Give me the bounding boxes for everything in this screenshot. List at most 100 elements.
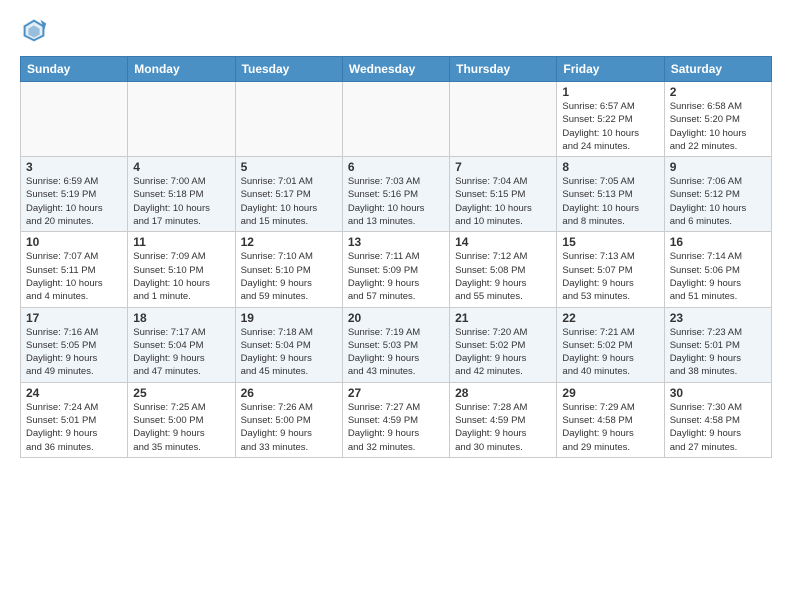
calendar-cell: 30Sunrise: 7:30 AM Sunset: 4:58 PM Dayli… [664,382,771,457]
weekday-header-thursday: Thursday [450,57,557,82]
calendar-cell: 28Sunrise: 7:28 AM Sunset: 4:59 PM Dayli… [450,382,557,457]
day-info: Sunrise: 7:14 AM Sunset: 5:06 PM Dayligh… [670,250,766,303]
day-number: 12 [241,235,337,249]
calendar-cell: 20Sunrise: 7:19 AM Sunset: 5:03 PM Dayli… [342,307,449,382]
day-number: 26 [241,386,337,400]
day-number: 11 [133,235,229,249]
weekday-header-monday: Monday [128,57,235,82]
day-info: Sunrise: 7:28 AM Sunset: 4:59 PM Dayligh… [455,401,551,454]
calendar-cell: 5Sunrise: 7:01 AM Sunset: 5:17 PM Daylig… [235,157,342,232]
day-number: 16 [670,235,766,249]
day-info: Sunrise: 7:19 AM Sunset: 5:03 PM Dayligh… [348,326,444,379]
day-info: Sunrise: 6:57 AM Sunset: 5:22 PM Dayligh… [562,100,658,153]
day-number: 4 [133,160,229,174]
day-info: Sunrise: 7:20 AM Sunset: 5:02 PM Dayligh… [455,326,551,379]
calendar-table: SundayMondayTuesdayWednesdayThursdayFrid… [20,56,772,458]
day-info: Sunrise: 7:03 AM Sunset: 5:16 PM Dayligh… [348,175,444,228]
calendar-cell: 17Sunrise: 7:16 AM Sunset: 5:05 PM Dayli… [21,307,128,382]
calendar-cell: 14Sunrise: 7:12 AM Sunset: 5:08 PM Dayli… [450,232,557,307]
calendar-cell: 13Sunrise: 7:11 AM Sunset: 5:09 PM Dayli… [342,232,449,307]
calendar-cell: 3Sunrise: 6:59 AM Sunset: 5:19 PM Daylig… [21,157,128,232]
calendar-cell: 23Sunrise: 7:23 AM Sunset: 5:01 PM Dayli… [664,307,771,382]
day-number: 9 [670,160,766,174]
calendar-cell: 8Sunrise: 7:05 AM Sunset: 5:13 PM Daylig… [557,157,664,232]
day-info: Sunrise: 7:00 AM Sunset: 5:18 PM Dayligh… [133,175,229,228]
calendar-cell: 15Sunrise: 7:13 AM Sunset: 5:07 PM Dayli… [557,232,664,307]
day-number: 1 [562,85,658,99]
calendar-cell: 7Sunrise: 7:04 AM Sunset: 5:15 PM Daylig… [450,157,557,232]
day-info: Sunrise: 7:09 AM Sunset: 5:10 PM Dayligh… [133,250,229,303]
day-info: Sunrise: 7:26 AM Sunset: 5:00 PM Dayligh… [241,401,337,454]
day-number: 2 [670,85,766,99]
calendar-week-5: 24Sunrise: 7:24 AM Sunset: 5:01 PM Dayli… [21,382,772,457]
weekday-header-row: SundayMondayTuesdayWednesdayThursdayFrid… [21,57,772,82]
day-info: Sunrise: 7:11 AM Sunset: 5:09 PM Dayligh… [348,250,444,303]
calendar-week-2: 3Sunrise: 6:59 AM Sunset: 5:19 PM Daylig… [21,157,772,232]
calendar-cell: 29Sunrise: 7:29 AM Sunset: 4:58 PM Dayli… [557,382,664,457]
calendar-cell: 25Sunrise: 7:25 AM Sunset: 5:00 PM Dayli… [128,382,235,457]
day-info: Sunrise: 7:25 AM Sunset: 5:00 PM Dayligh… [133,401,229,454]
calendar-cell: 12Sunrise: 7:10 AM Sunset: 5:10 PM Dayli… [235,232,342,307]
header [20,16,772,44]
day-info: Sunrise: 7:06 AM Sunset: 5:12 PM Dayligh… [670,175,766,228]
day-info: Sunrise: 7:27 AM Sunset: 4:59 PM Dayligh… [348,401,444,454]
day-number: 7 [455,160,551,174]
calendar-cell [342,82,449,157]
day-info: Sunrise: 7:21 AM Sunset: 5:02 PM Dayligh… [562,326,658,379]
day-info: Sunrise: 7:05 AM Sunset: 5:13 PM Dayligh… [562,175,658,228]
day-number: 25 [133,386,229,400]
calendar-cell: 22Sunrise: 7:21 AM Sunset: 5:02 PM Dayli… [557,307,664,382]
day-info: Sunrise: 7:18 AM Sunset: 5:04 PM Dayligh… [241,326,337,379]
day-number: 14 [455,235,551,249]
day-info: Sunrise: 7:13 AM Sunset: 5:07 PM Dayligh… [562,250,658,303]
day-info: Sunrise: 7:07 AM Sunset: 5:11 PM Dayligh… [26,250,122,303]
day-info: Sunrise: 7:23 AM Sunset: 5:01 PM Dayligh… [670,326,766,379]
day-info: Sunrise: 7:04 AM Sunset: 5:15 PM Dayligh… [455,175,551,228]
day-number: 29 [562,386,658,400]
day-info: Sunrise: 7:30 AM Sunset: 4:58 PM Dayligh… [670,401,766,454]
day-number: 30 [670,386,766,400]
calendar-cell: 24Sunrise: 7:24 AM Sunset: 5:01 PM Dayli… [21,382,128,457]
calendar-week-1: 1Sunrise: 6:57 AM Sunset: 5:22 PM Daylig… [21,82,772,157]
calendar-cell: 6Sunrise: 7:03 AM Sunset: 5:16 PM Daylig… [342,157,449,232]
day-number: 23 [670,311,766,325]
weekday-header-wednesday: Wednesday [342,57,449,82]
day-info: Sunrise: 6:59 AM Sunset: 5:19 PM Dayligh… [26,175,122,228]
day-number: 21 [455,311,551,325]
calendar-cell: 10Sunrise: 7:07 AM Sunset: 5:11 PM Dayli… [21,232,128,307]
day-number: 13 [348,235,444,249]
calendar-cell: 1Sunrise: 6:57 AM Sunset: 5:22 PM Daylig… [557,82,664,157]
calendar-cell: 4Sunrise: 7:00 AM Sunset: 5:18 PM Daylig… [128,157,235,232]
day-number: 8 [562,160,658,174]
day-number: 22 [562,311,658,325]
day-number: 6 [348,160,444,174]
day-number: 15 [562,235,658,249]
weekday-header-sunday: Sunday [21,57,128,82]
page: SundayMondayTuesdayWednesdayThursdayFrid… [0,0,792,468]
weekday-header-friday: Friday [557,57,664,82]
calendar-cell: 11Sunrise: 7:09 AM Sunset: 5:10 PM Dayli… [128,232,235,307]
calendar-cell: 9Sunrise: 7:06 AM Sunset: 5:12 PM Daylig… [664,157,771,232]
calendar-cell [235,82,342,157]
logo-icon [20,16,48,44]
calendar-week-4: 17Sunrise: 7:16 AM Sunset: 5:05 PM Dayli… [21,307,772,382]
logo [20,16,52,44]
day-number: 10 [26,235,122,249]
calendar-week-3: 10Sunrise: 7:07 AM Sunset: 5:11 PM Dayli… [21,232,772,307]
weekday-header-saturday: Saturday [664,57,771,82]
day-number: 17 [26,311,122,325]
day-number: 27 [348,386,444,400]
day-info: Sunrise: 7:01 AM Sunset: 5:17 PM Dayligh… [241,175,337,228]
calendar-cell: 18Sunrise: 7:17 AM Sunset: 5:04 PM Dayli… [128,307,235,382]
calendar-cell [128,82,235,157]
day-info: Sunrise: 7:29 AM Sunset: 4:58 PM Dayligh… [562,401,658,454]
calendar-cell [21,82,128,157]
calendar-cell: 19Sunrise: 7:18 AM Sunset: 5:04 PM Dayli… [235,307,342,382]
calendar-cell [450,82,557,157]
day-info: Sunrise: 7:16 AM Sunset: 5:05 PM Dayligh… [26,326,122,379]
day-number: 20 [348,311,444,325]
calendar-cell: 26Sunrise: 7:26 AM Sunset: 5:00 PM Dayli… [235,382,342,457]
calendar-cell: 2Sunrise: 6:58 AM Sunset: 5:20 PM Daylig… [664,82,771,157]
day-info: Sunrise: 7:24 AM Sunset: 5:01 PM Dayligh… [26,401,122,454]
day-number: 19 [241,311,337,325]
